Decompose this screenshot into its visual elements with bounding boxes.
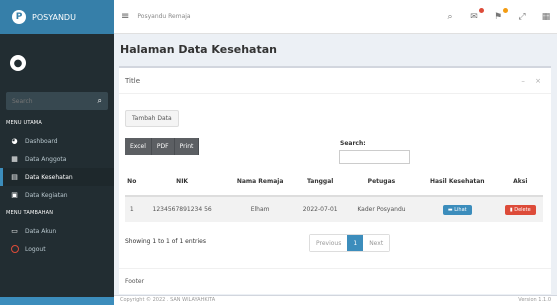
sidebar-item-data-kesehatan[interactable]: ▤ Data Kesehatan — [0, 168, 114, 186]
topbar-title: Posyandu Remaja — [137, 13, 191, 20]
view-button[interactable]: ▬ Lihat — [442, 204, 472, 215]
dashboard-icon: ◕ — [11, 137, 18, 145]
delete-button[interactable]: ▮ Delete — [504, 204, 536, 215]
sidebar-item-dashboard[interactable]: ◕ Dashboard — [0, 132, 114, 150]
column-header[interactable]: No — [125, 168, 139, 197]
notifications-badge — [503, 8, 508, 13]
export-excel-button[interactable]: Excel — [125, 138, 152, 155]
search-icon[interactable]: ⌕ — [445, 12, 455, 22]
cell-aksi: ▮ Delete — [497, 195, 543, 222]
brand-logo: P — [12, 10, 26, 24]
cell-petugas: Kader Posyandu — [345, 195, 418, 222]
export-print-button[interactable]: Print — [174, 138, 200, 155]
trash-icon: ▮ — [509, 206, 513, 213]
topbar-icons: ⌕ ✉ ⚑ ⤢ ▦ — [445, 0, 551, 34]
sidebar-item-label: Data Anggota — [25, 155, 67, 163]
add-data-button[interactable]: Tambah Data — [125, 110, 179, 127]
column-header[interactable]: Hasil Kesehatan — [417, 168, 498, 197]
sidebar-item-label: Data Akun — [25, 227, 57, 235]
notifications-icon[interactable]: ⚑ — [493, 8, 508, 22]
view-button-label: Lihat — [454, 206, 467, 213]
pagination-next[interactable]: Next — [363, 235, 390, 251]
data-table: No NIK Nama Remaja Tanggal Petugas Hasil… — [125, 168, 543, 222]
sidebar-item-label: Data Kesehatan — [25, 173, 73, 181]
brand-name: POSYANDU — [32, 12, 76, 22]
hamburger-menu-icon[interactable]: ≡ — [121, 11, 129, 22]
table-search-input[interactable] — [339, 150, 410, 164]
main-content: Halaman Data Kesehatan Title – × Tambah … — [114, 34, 557, 297]
column-header[interactable]: Tanggal — [294, 168, 346, 197]
entries-info: Showing 1 to 1 of 1 entries — [125, 238, 206, 245]
topbar: ≡ Posyandu Remaja ⌕ ✉ ⚑ ⤢ ▦ — [114, 0, 557, 34]
box-tools[interactable]: – × — [521, 77, 545, 85]
column-header[interactable]: Petugas — [345, 168, 418, 197]
cell-nik: 1234567891234 56 — [138, 195, 226, 222]
pagination-page-1[interactable]: 1 — [347, 235, 364, 251]
version-text: Version 1.1.0 — [518, 297, 551, 303]
id-card-icon: ▭ — [11, 227, 18, 235]
menu-header-utama: MENU UTAMA — [6, 120, 42, 126]
sidebar-item-label: Logout — [25, 245, 46, 253]
sidebar-item-label: Dashboard — [25, 137, 58, 145]
messages-badge — [479, 8, 484, 13]
export-buttons: Excel PDF Print — [125, 138, 200, 155]
sidebar-search-input[interactable] — [12, 97, 82, 105]
sidebar-item-data-kegiatan[interactable]: ▣ Data Kegiatan — [0, 186, 114, 204]
menu-header-tambahan: MENU TAMBAHAN — [6, 210, 54, 216]
table-row: 1 1234567891234 56 Elham 2022-07-01 Kade… — [125, 195, 543, 222]
page-title: Halaman Data Kesehatan — [120, 43, 277, 56]
pagination: Previous 1 Next — [309, 234, 391, 252]
expand-icon[interactable]: ⤢ — [517, 12, 527, 22]
brand-header[interactable]: P POSYANDU — [0, 0, 114, 34]
pagination-previous[interactable]: Previous — [310, 235, 348, 251]
avatar: ● — [10, 55, 26, 71]
delete-button-label: Delete — [514, 206, 531, 213]
sidebar-search: ⌕ — [6, 92, 108, 110]
cell-nama: Elham — [225, 195, 295, 222]
table-header-row: No NIK Nama Remaja Tanggal Petugas Hasil… — [125, 168, 543, 197]
column-header[interactable]: Aksi — [497, 168, 543, 197]
search-icon[interactable]: ⌕ — [98, 96, 102, 106]
cell-no: 1 — [125, 195, 139, 222]
cell-tanggal: 2022-07-01 — [294, 195, 346, 222]
sidebar-bottom-strip — [0, 297, 114, 305]
apps-grid-icon[interactable]: ▦ — [541, 12, 551, 22]
grid-icon: ▦ — [11, 155, 18, 163]
sidebar-item-data-anggota[interactable]: ▦ Data Anggota — [0, 150, 114, 168]
table-search-label: Search: — [340, 140, 366, 147]
sidebar-item-label: Data Kegiatan — [25, 191, 68, 199]
logout-circle-icon — [10, 245, 19, 253]
page-footer: Copyright © 2022 . SAN WILAYAHKITA Versi… — [114, 295, 557, 305]
document-icon: ▤ — [11, 173, 18, 181]
copyright-text: Copyright © 2022 . SAN WILAYAHKITA — [120, 297, 216, 303]
calendar-icon: ▣ — [11, 191, 18, 199]
folder-icon: ▬ — [447, 206, 453, 213]
data-box: Title – × Tambah Data Excel PDF Print Se… — [119, 66, 551, 294]
box-title: Title — [125, 76, 141, 85]
export-pdf-button[interactable]: PDF — [151, 138, 175, 155]
cell-hasil: ▬ Lihat — [417, 195, 498, 222]
sidebar-item-logout[interactable]: Logout — [0, 240, 114, 258]
sidebar: P POSYANDU ● ⌕ MENU UTAMA ◕ Dashboard ▦ … — [0, 0, 114, 305]
box-footer: Footer — [119, 268, 551, 294]
column-header[interactable]: Nama Remaja — [225, 168, 295, 197]
user-panel: ● — [0, 34, 114, 92]
box-header: Title – × — [119, 68, 551, 94]
column-header[interactable]: NIK — [138, 168, 226, 197]
sidebar-item-data-akun[interactable]: ▭ Data Akun — [0, 222, 114, 240]
messages-icon[interactable]: ✉ — [469, 8, 484, 22]
